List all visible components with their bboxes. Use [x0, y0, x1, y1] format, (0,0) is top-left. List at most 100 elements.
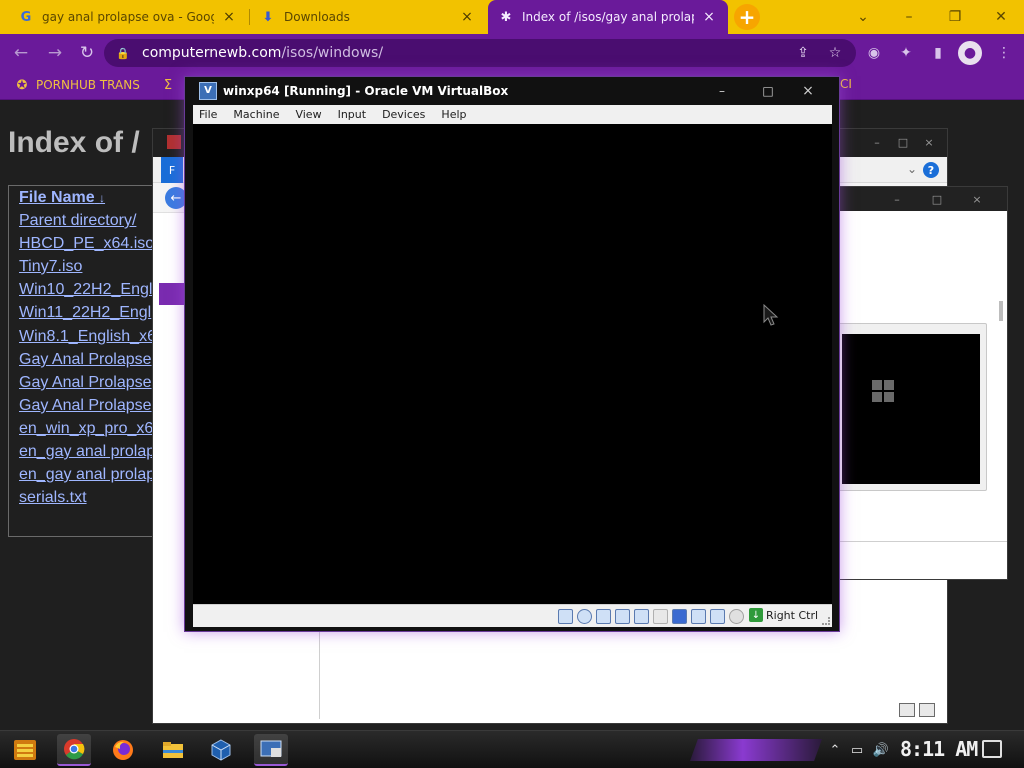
file-link[interactable]: Win10_22H2_Engl: [19, 281, 152, 299]
back-arrow-icon[interactable]: ←: [8, 40, 34, 66]
file-link[interactable]: HBCD_PE_x64.iso: [19, 235, 154, 253]
extensions-puzzle-icon[interactable]: ✦: [896, 43, 916, 63]
host-key-indicator[interactable]: ↓ Right Ctrl: [749, 608, 818, 622]
app-icon: [167, 135, 181, 149]
profile-avatar-icon[interactable]: ●: [958, 41, 982, 65]
window-minimize-icon[interactable]: –: [867, 135, 887, 149]
start-button[interactable]: [8, 734, 42, 766]
taskbar-virtualbox-vm[interactable]: [254, 734, 288, 766]
file-link[interactable]: Tiny7.iso: [19, 258, 82, 276]
file-link[interactable]: Win11_22H2_Engl: [19, 304, 151, 322]
forward-arrow-icon[interactable]: →: [42, 40, 68, 66]
divider: [837, 541, 1007, 542]
usb-icon[interactable]: [634, 609, 649, 624]
side-panel-icon[interactable]: ▮: [928, 43, 948, 63]
window-close-icon[interactable]: ✕: [978, 0, 1024, 34]
scrollbar-thumb[interactable]: [999, 301, 1003, 321]
sidebar-selected-item[interactable]: [159, 283, 187, 305]
file-link[interactable]: Parent directory/: [19, 212, 136, 230]
tab-label: Downloads: [284, 10, 350, 24]
taskbar-clock[interactable]: 8:11 AM: [900, 737, 978, 761]
ribbon-file-tab[interactable]: F: [161, 157, 183, 183]
resize-grip[interactable]: [822, 617, 830, 625]
recording-icon[interactable]: [691, 609, 706, 624]
shared-folders-icon[interactable]: [653, 609, 668, 624]
bookmark-pornhub-trans[interactable]: ✪ PORNHUB TRANS: [14, 77, 140, 93]
volume-tray-icon[interactable]: 🔊: [872, 741, 890, 759]
mouse-integration-icon[interactable]: [729, 609, 744, 624]
taskbar-chrome[interactable]: [57, 734, 91, 766]
vm-maximize-button[interactable]: □: [753, 82, 783, 100]
network-tray-icon[interactable]: ▭: [848, 741, 866, 759]
tray-overflow-chevron-icon[interactable]: ⌃: [826, 741, 844, 759]
window-maximize-icon[interactable]: □: [927, 192, 947, 206]
menu-help[interactable]: Help: [441, 108, 466, 121]
file-link[interactable]: Win8.1_English_x6: [19, 328, 156, 346]
vm-minimize-button[interactable]: –: [707, 82, 737, 100]
file-link[interactable]: serials.txt: [19, 489, 87, 507]
vm-close-button[interactable]: ×: [793, 82, 823, 100]
file-link[interactable]: Gay Anal Prolapse: [19, 374, 152, 392]
cpu-activity-icon[interactable]: [710, 609, 725, 624]
bookmark-sigma-icon: Σ: [163, 77, 173, 93]
taskbar-virtualbox-manager[interactable]: [204, 734, 238, 766]
taskbar-file-explorer[interactable]: [156, 734, 190, 766]
taskbar-firefox[interactable]: [106, 734, 140, 766]
optical-drive-icon[interactable]: [577, 609, 592, 624]
bookmark-partial-right[interactable]: CI: [840, 77, 852, 91]
extension-avatar-icon[interactable]: ◉: [864, 43, 884, 63]
firefox-icon: [113, 740, 133, 760]
tab-index-of-isos[interactable]: ✱ Index of /isos/gay anal prolapse ×: [488, 0, 728, 34]
window-minimize-icon[interactable]: –: [887, 192, 907, 206]
large-icons-view-icon[interactable]: [919, 703, 935, 717]
share-icon[interactable]: ⇪: [794, 44, 812, 62]
menu-devices[interactable]: Devices: [382, 108, 425, 121]
file-link[interactable]: en_gay anal prolap: [19, 443, 155, 461]
file-link[interactable]: en_win_xp_pro_x6: [19, 420, 153, 438]
tab-close-icon[interactable]: ×: [220, 8, 238, 26]
host-key-label: Right Ctrl: [766, 608, 819, 622]
details-view-icon[interactable]: [899, 703, 915, 717]
tab-search-chevron-icon[interactable]: ⌄: [840, 0, 886, 34]
host-key-arrow-icon: ↓: [749, 608, 763, 622]
window-close-icon[interactable]: ×: [919, 135, 939, 149]
background-vm-preview-window[interactable]: – □ ×: [836, 186, 1008, 580]
reload-icon[interactable]: ↻: [74, 40, 100, 66]
mouse-cursor-icon: [763, 304, 779, 326]
bookmark-partial[interactable]: Σ: [160, 77, 182, 93]
new-tab-button[interactable]: +: [734, 4, 760, 30]
tab-label: gay anal prolapse ova - Google S: [42, 10, 214, 24]
hard-disk-icon[interactable]: [558, 609, 573, 624]
network-icon[interactable]: [615, 609, 630, 624]
bookmark-star-icon[interactable]: ☆: [826, 44, 844, 62]
tab-google-search[interactable]: G gay anal prolapse ova - Google S ×: [8, 0, 248, 34]
file-link[interactable]: en_gay anal prolap: [19, 466, 155, 484]
file-name-column-header[interactable]: File Name ↓: [19, 189, 105, 207]
page-title: Index of /: [8, 126, 140, 159]
menu-view[interactable]: View: [295, 108, 321, 121]
tab-close-icon[interactable]: ×: [458, 8, 476, 26]
window-close-icon[interactable]: ×: [967, 192, 987, 206]
file-link[interactable]: Gay Anal Prolapse: [19, 351, 152, 369]
virtualbox-vm-window[interactable]: V winxp64 [Running] - Oracle VM VirtualB…: [184, 76, 840, 632]
window-maximize-icon[interactable]: □: [893, 135, 913, 149]
display-icon[interactable]: [672, 609, 687, 624]
file-link[interactable]: Gay Anal Prolapse: [19, 397, 152, 415]
window-minimize-icon[interactable]: –: [886, 0, 932, 34]
menu-input[interactable]: Input: [338, 108, 366, 121]
menu-file[interactable]: File: [199, 108, 217, 121]
chrome-menu-icon[interactable]: ⋮: [994, 43, 1014, 63]
preview-window-titlebar[interactable]: – □ ×: [837, 187, 1007, 211]
help-icon[interactable]: ?: [923, 162, 939, 178]
ribbon-expand-chevron-icon[interactable]: ⌄: [907, 162, 917, 176]
notification-center-icon[interactable]: [982, 740, 1002, 758]
menu-machine[interactable]: Machine: [233, 108, 279, 121]
audio-icon[interactable]: [596, 609, 611, 624]
window-restore-icon[interactable]: ❐: [932, 0, 978, 34]
vm-guest-display[interactable]: [193, 124, 832, 604]
lock-icon: 🔒: [116, 46, 130, 60]
address-bar[interactable]: 🔒 computernewb.com/isos/windows/ ⇪ ☆: [104, 39, 856, 67]
tab-close-icon[interactable]: ×: [700, 8, 718, 26]
tab-downloads[interactable]: ⬇ Downloads ×: [250, 0, 486, 34]
vm-window-titlebar[interactable]: V winxp64 [Running] - Oracle VM VirtualB…: [185, 77, 839, 104]
